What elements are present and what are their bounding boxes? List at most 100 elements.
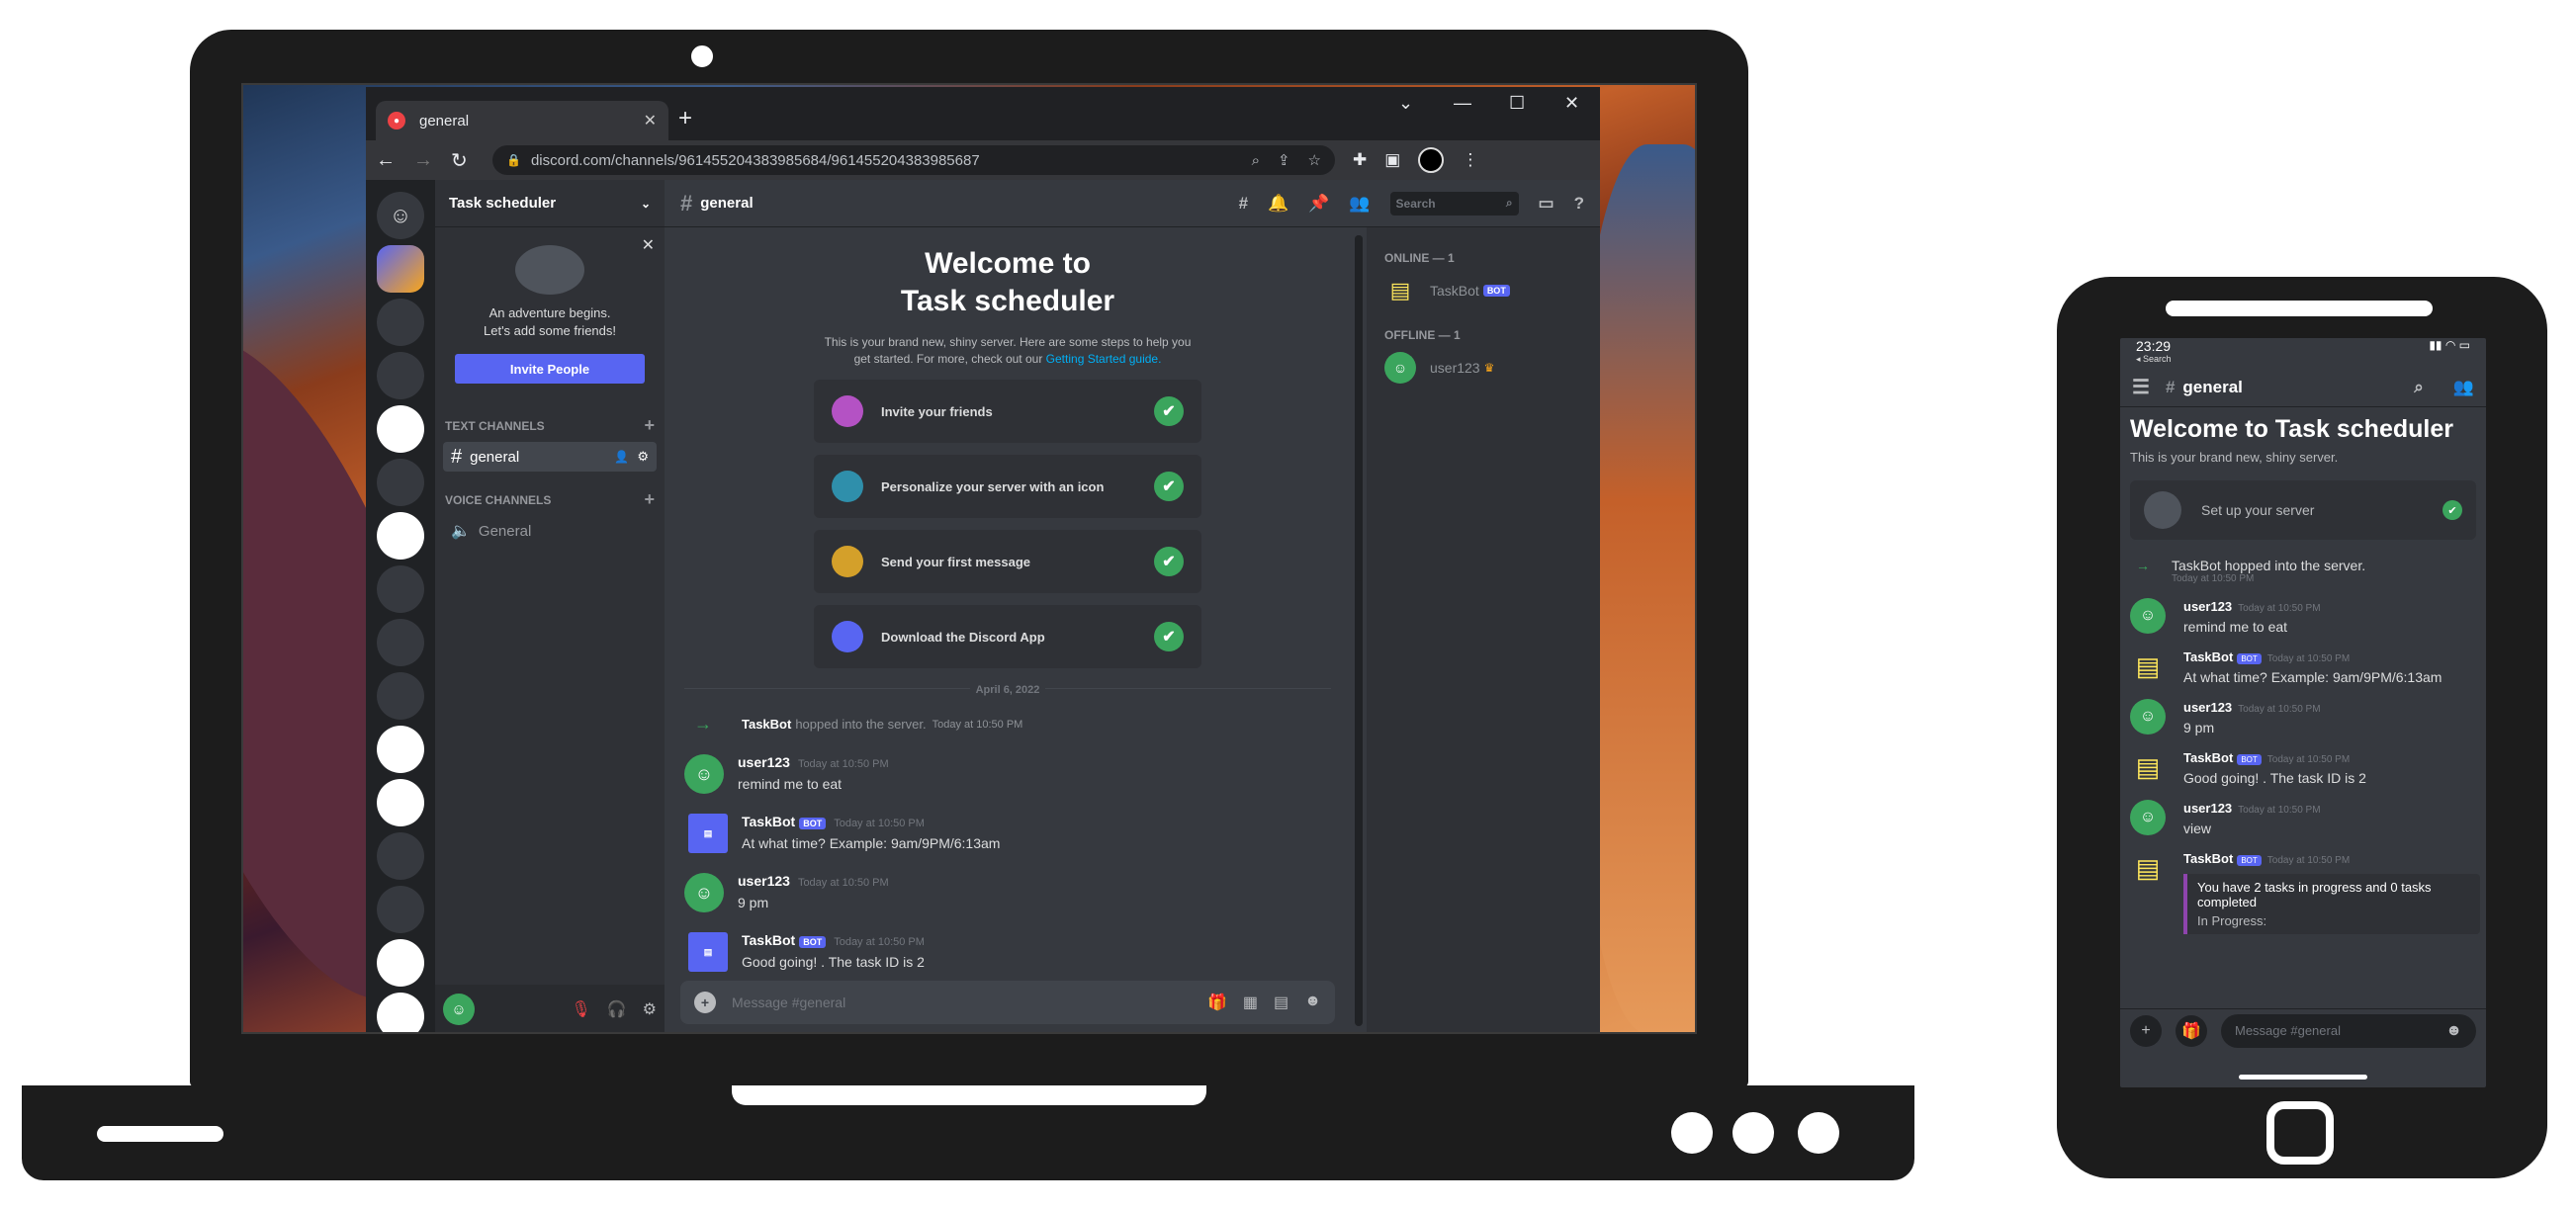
- author[interactable]: user123: [2183, 801, 2232, 816]
- getting-started-link[interactable]: Getting Started guide.: [1046, 352, 1162, 366]
- server-icon[interactable]: [377, 405, 424, 453]
- help-icon[interactable]: ?: [1574, 194, 1584, 214]
- step-invite-friends[interactable]: Invite your friends ✔: [814, 380, 1201, 443]
- bot-avatar-notepad-icon[interactable]: ▤: [2130, 649, 2166, 684]
- invite-member-icon[interactable]: 👤: [614, 450, 629, 464]
- server-icon[interactable]: [377, 939, 424, 987]
- gift-icon[interactable]: 🎁: [2176, 1014, 2207, 1047]
- inbox-icon[interactable]: ▭: [1539, 194, 1554, 214]
- author[interactable]: TaskBot: [742, 814, 795, 829]
- headphones-icon[interactable]: 🎧: [607, 999, 627, 1019]
- step-download-app[interactable]: Download the Discord App ✔: [814, 605, 1201, 668]
- user-avatar[interactable]: ☺: [2130, 800, 2166, 835]
- mute-icon[interactable]: 🎙: [571, 999, 590, 1019]
- side-panel-icon[interactable]: ▣: [1384, 150, 1400, 170]
- server-icon[interactable]: [377, 886, 424, 933]
- user-avatar[interactable]: ☺: [684, 754, 724, 794]
- message-input[interactable]: + Message #general 🎁 ▦ ▤ ☻: [680, 981, 1335, 1024]
- sticker-icon[interactable]: ▤: [1274, 993, 1288, 1012]
- author[interactable]: user123: [2183, 700, 2232, 715]
- plus-icon[interactable]: +: [2130, 1014, 2162, 1047]
- author[interactable]: TaskBot: [2183, 750, 2233, 765]
- member-item[interactable]: ☺ user123 ♛: [1384, 352, 1582, 384]
- user-avatar[interactable]: ☺: [684, 873, 724, 912]
- author[interactable]: user123: [738, 754, 790, 770]
- search-input[interactable]: Search ⌕: [1389, 191, 1519, 216]
- server-icon-task-scheduler[interactable]: [377, 245, 424, 293]
- server-icon[interactable]: [377, 565, 424, 613]
- channel-general[interactable]: # general 👤 ⚙: [443, 442, 657, 472]
- message-input[interactable]: Message #general ☻: [2221, 1013, 2476, 1048]
- server-icon[interactable]: [377, 459, 424, 506]
- emoji-icon[interactable]: ☻: [2445, 1022, 2462, 1040]
- menu-kebab-icon[interactable]: ⋮: [1462, 150, 1478, 170]
- back-to-search[interactable]: ◂ Search: [2136, 354, 2172, 365]
- user-avatar[interactable]: ☺: [2130, 598, 2166, 634]
- share-icon[interactable]: ⇪: [1278, 151, 1290, 169]
- threads-icon[interactable]: #: [1239, 194, 1248, 214]
- close-icon[interactable]: ✕: [642, 235, 655, 255]
- phone-home-button[interactable]: [2266, 1101, 2334, 1165]
- server-icon[interactable]: [377, 352, 424, 399]
- members-icon[interactable]: 👥: [1349, 194, 1370, 214]
- user-avatar[interactable]: ☺: [2130, 699, 2166, 735]
- server-icon[interactable]: [377, 726, 424, 773]
- voice-channel-general[interactable]: 🔈 General: [443, 516, 657, 546]
- members-icon[interactable]: 👥: [2453, 378, 2474, 397]
- tab-search-icon[interactable]: ⌄: [1398, 93, 1413, 114]
- server-icon[interactable]: [377, 619, 424, 666]
- server-icon[interactable]: [377, 832, 424, 880]
- text-channels-category[interactable]: TEXT CHANNELS +: [435, 415, 665, 436]
- forward-icon[interactable]: →: [413, 149, 451, 172]
- zoom-icon[interactable]: ⌕: [1252, 152, 1260, 169]
- author[interactable]: TaskBot: [2183, 851, 2233, 866]
- server-icon[interactable]: [377, 779, 424, 826]
- invite-people-button[interactable]: Invite People: [455, 354, 645, 384]
- bot-avatar-notepad-icon[interactable]: ▤: [2130, 749, 2166, 785]
- pin-icon[interactable]: 📌: [1308, 194, 1329, 214]
- hamburger-menu-icon[interactable]: ☰: [2132, 375, 2150, 399]
- gear-icon[interactable]: ⚙: [637, 449, 649, 465]
- author[interactable]: user123: [2183, 599, 2232, 614]
- reload-icon[interactable]: ↻: [451, 148, 489, 173]
- gift-icon[interactable]: 🎁: [1207, 993, 1227, 1012]
- setup-server-card[interactable]: Set up your server ✔: [2130, 480, 2476, 540]
- gear-icon[interactable]: ⚙: [643, 999, 657, 1019]
- gif-icon[interactable]: ▦: [1243, 993, 1258, 1012]
- author[interactable]: TaskBot: [2183, 649, 2233, 664]
- server-icon[interactable]: [377, 512, 424, 560]
- bot-avatar-notepad-icon[interactable]: ▤: [2130, 850, 2166, 886]
- server-header[interactable]: Task scheduler ⌄: [435, 180, 665, 227]
- bookmark-star-icon[interactable]: ☆: [1308, 151, 1321, 169]
- step-first-message[interactable]: Send your first message ✔: [814, 530, 1201, 593]
- profile-avatar[interactable]: [1418, 147, 1445, 173]
- search-icon[interactable]: ⌕: [2414, 378, 2424, 397]
- scrollbar-thumb[interactable]: [1355, 235, 1363, 581]
- server-icon[interactable]: [377, 672, 424, 720]
- close-window-icon[interactable]: ✕: [1564, 93, 1579, 114]
- user-avatar[interactable]: ☺: [443, 994, 475, 1025]
- add-channel-icon[interactable]: +: [644, 489, 655, 510]
- scrollbar[interactable]: [1355, 235, 1363, 1026]
- server-icon[interactable]: [377, 993, 424, 1032]
- author[interactable]: TaskBot: [742, 932, 795, 948]
- emoji-icon[interactable]: ☻: [1304, 993, 1321, 1012]
- bot-avatar-notepad-icon[interactable]: ▤: [688, 814, 728, 853]
- discord-home-icon[interactable]: ☺: [377, 192, 424, 239]
- bot-avatar-notepad-icon[interactable]: ▤: [688, 932, 728, 972]
- new-tab-icon[interactable]: +: [678, 105, 692, 132]
- extensions-icon[interactable]: ✚: [1353, 150, 1367, 170]
- upload-plus-icon[interactable]: +: [694, 992, 716, 1013]
- maximize-icon[interactable]: ☐: [1509, 93, 1525, 114]
- step-personalize[interactable]: Personalize your server with an icon ✔: [814, 455, 1201, 518]
- minimize-icon[interactable]: —: [1454, 93, 1471, 114]
- bell-icon[interactable]: 🔔: [1268, 194, 1288, 214]
- member-item[interactable]: ▤ TaskBot BOT: [1384, 275, 1582, 306]
- add-channel-icon[interactable]: +: [644, 415, 655, 436]
- close-tab-icon[interactable]: ✕: [644, 111, 657, 130]
- back-icon[interactable]: ←: [376, 149, 413, 172]
- voice-channels-category[interactable]: VOICE CHANNELS +: [435, 489, 665, 510]
- url-field[interactable]: 🔒 discord.com/channels/96145520438398568…: [492, 145, 1335, 175]
- author[interactable]: user123: [738, 873, 790, 889]
- browser-tab[interactable]: ● general ✕: [376, 101, 668, 140]
